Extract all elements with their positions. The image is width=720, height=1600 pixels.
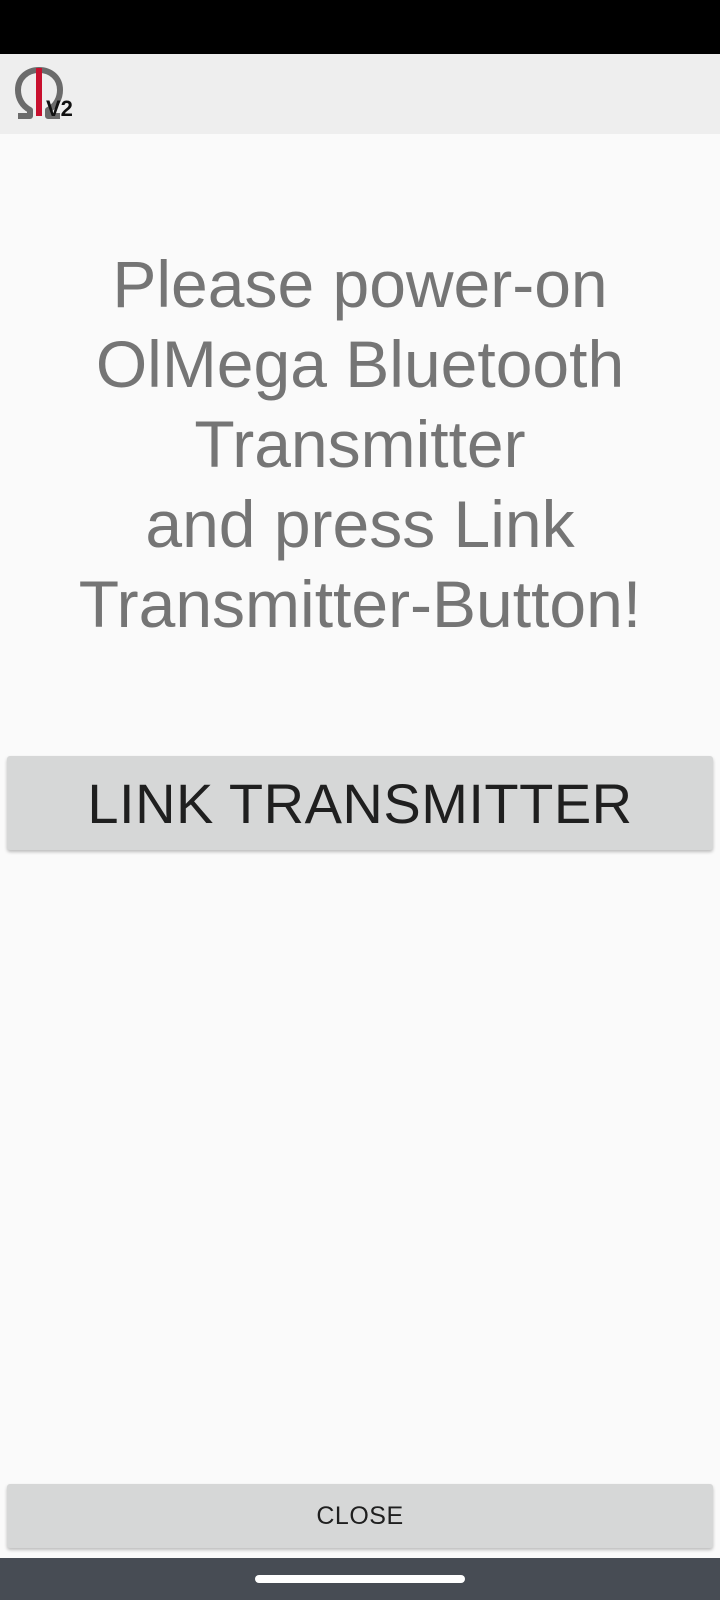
main-content: Please power-on OlMega Bluetooth Transmi… (0, 134, 720, 1558)
app-logo: V2 (12, 64, 73, 124)
instruction-text: Please power-on OlMega Bluetooth Transmi… (78, 247, 642, 641)
navigation-bar (0, 1558, 720, 1600)
status-bar (0, 0, 720, 54)
logo-version-label: V2 (46, 96, 73, 121)
app-bar: V2 (0, 54, 720, 134)
link-transmitter-button[interactable]: LINK TRANSMITTER (7, 756, 713, 850)
home-gesture-handle[interactable] (255, 1575, 465, 1583)
close-button[interactable]: CLOSE (7, 1484, 713, 1548)
